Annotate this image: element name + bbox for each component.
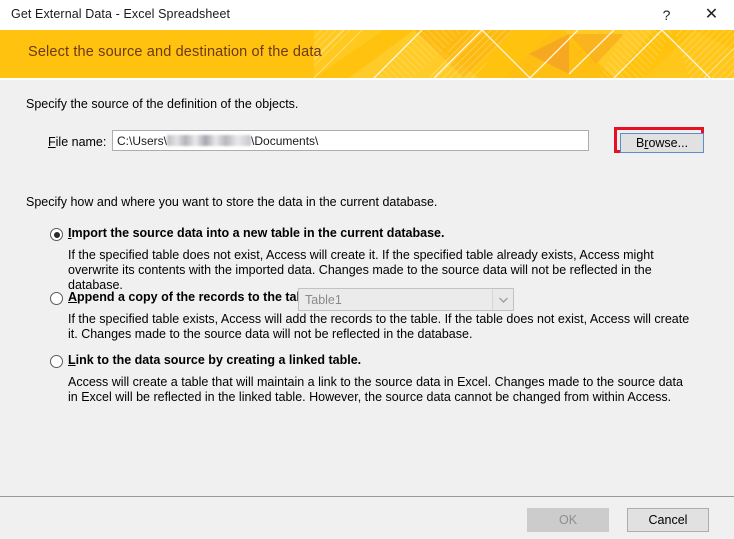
file-path-prefix: C:\Users\ [117,134,167,148]
browse-label-rest: owse... [648,136,688,150]
window-controls: ? ✕ [644,0,734,30]
help-button[interactable]: ? [644,0,689,30]
dialog-footer: OK Cancel [0,497,734,539]
file-path-suffix: \Documents\ [251,134,318,148]
ok-button[interactable]: OK [527,508,609,532]
option-link-data-source: Link to the data source by creating a li… [0,353,734,371]
radio-import-new-table[interactable] [50,228,63,241]
file-name-accel: F [48,135,56,149]
title-bar: Get External Data - Excel Spreadsheet ? … [0,0,734,30]
wizard-banner: Select the source and destination of the… [0,30,734,78]
radio-append-existing-table[interactable] [50,292,63,305]
option-label-link-data-source[interactable]: Link to the data source by creating a li… [68,353,361,367]
option-label-import-new-table[interactable]: Import the source data into a new table … [68,226,444,240]
option-description-import-new-table: If the specified table does not exist, A… [68,248,693,293]
get-external-data-dialog: Get External Data - Excel Spreadsheet ? … [0,0,734,539]
option-label-rest-append: ppend a copy of the records to the table… [77,290,319,304]
close-icon: ✕ [705,7,718,23]
chevron-down-icon [492,289,513,310]
source-instruction: Specify the source of the definition of … [26,97,298,111]
page-title: Select the source and destination of the… [28,44,322,60]
file-name-label: File name: [48,135,106,149]
close-button[interactable]: ✕ [689,0,734,30]
option-accel-append: A [68,290,77,304]
file-path-redacted-username [167,135,251,146]
dialog-body: Specify the source of the definition of … [0,80,734,497]
option-label-rest-import: mport the source data into a new table i… [71,226,444,240]
option-description-link-data-source: Access will create a table that will mai… [68,375,693,405]
browse-button[interactable]: Browse... [620,133,704,153]
window-title: Get External Data - Excel Spreadsheet [11,7,230,21]
destination-instruction: Specify how and where you want to store … [26,195,437,209]
option-label-rest-link: ink to the data source by creating a lin… [76,353,362,367]
option-append-existing-table: Append a copy of the records to the tabl… [0,290,734,308]
question-mark-icon: ? [663,8,671,22]
option-accel-link: L [68,353,76,367]
radio-link-data-source[interactable] [50,355,63,368]
cancel-button[interactable]: Cancel [627,508,709,532]
file-name-input[interactable]: C:\Users\ \Documents\ [112,130,589,151]
option-label-append-existing-table[interactable]: Append a copy of the records to the tabl… [68,290,319,304]
option-description-append-existing-table: If the specified table exists, Access wi… [68,312,693,342]
banner-decoration [314,30,734,78]
table-select-combobox[interactable]: Table1 [298,288,514,311]
file-name-label-rest: ile name: [56,135,107,149]
option-import-new-table: Import the source data into a new table … [0,226,734,244]
table-select-value: Table1 [299,293,492,307]
browse-button-highlight: Browse... [614,127,704,153]
